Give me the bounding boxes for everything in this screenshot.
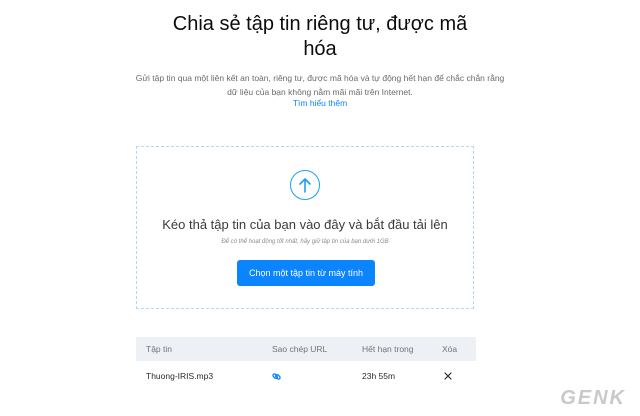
table-header: Tập tin Sao chép URL Hết hạn trong Xóa xyxy=(136,337,476,361)
drop-zone-hint: Để có thể hoạt động tốt nhất, hãy giữ tậ… xyxy=(221,239,389,245)
genk-watermark-logo: GENK xyxy=(560,387,626,409)
header-delete: Xóa xyxy=(442,344,458,354)
upload-arrow-icon xyxy=(290,170,320,200)
upload-drop-zone[interactable]: Kéo thả tập tin của bạn vào đây và bắt đ… xyxy=(136,146,474,309)
header-file: Tập tin xyxy=(146,344,172,354)
close-icon[interactable] xyxy=(444,372,452,382)
table-row: Thuong-IRIS.mp3 23h 55m xyxy=(136,361,476,391)
file-expiry: 23h 55m xyxy=(362,371,396,381)
link-icon[interactable] xyxy=(272,372,281,383)
page-description: Gửi tập tin qua một liên kết an toàn, ri… xyxy=(135,73,505,97)
learn-more-link[interactable]: Tìm hiểu thêm xyxy=(200,98,440,108)
header-copy-url: Sao chép URL xyxy=(272,344,328,354)
header-expires: Hết hạn trong xyxy=(362,344,414,354)
file-name: Thuong-IRIS.mp3 xyxy=(146,371,214,381)
files-table: Tập tin Sao chép URL Hết hạn trong Xóa T… xyxy=(136,337,476,391)
drop-zone-title: Kéo thả tập tin của bạn vào đây và bắt đ… xyxy=(162,217,448,232)
choose-file-button[interactable]: Chọn một tập tin từ máy tính xyxy=(237,260,375,286)
page-title: Chia sẻ tập tin riêng tư, được mã hóa xyxy=(172,13,468,60)
